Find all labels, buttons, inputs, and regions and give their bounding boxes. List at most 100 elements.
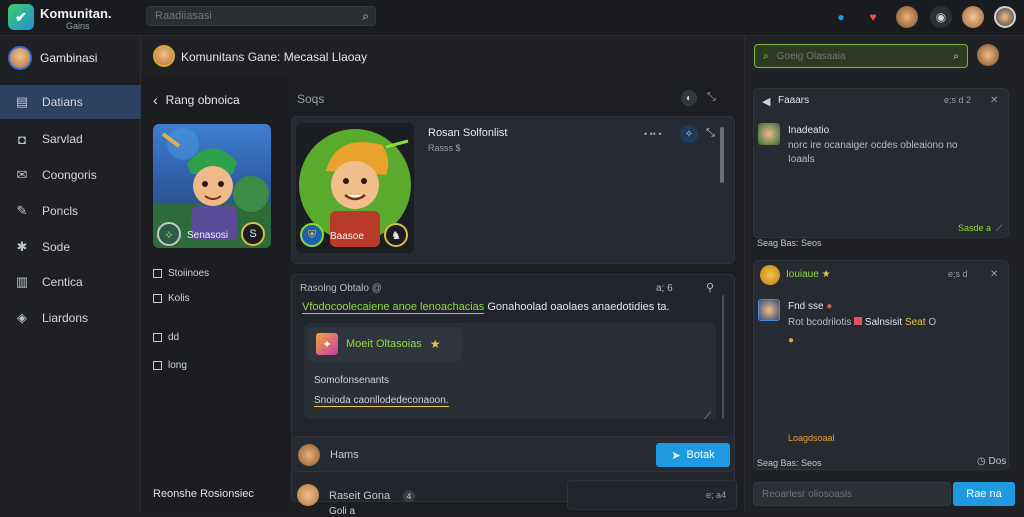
coin-icon: [760, 265, 780, 285]
global-search[interactable]: ⌕: [146, 6, 376, 26]
sidebar-item-liardons[interactable]: ◈ Liardons: [0, 301, 141, 335]
bottom-panel[interactable]: e; a4: [567, 480, 737, 510]
send-icon: ➤: [671, 449, 681, 462]
camera-icon: ◘: [18, 131, 26, 147]
sidebar-item-sarvlad[interactable]: ◘ Sarvlad: [0, 122, 141, 156]
post-author-meta: @: [371, 283, 382, 294]
search-icon[interactable]: ⌕: [953, 51, 959, 62]
dot-icon: ●: [826, 301, 833, 312]
search-icon: ⌕: [763, 50, 769, 62]
panel-controls[interactable]: e;s d: [948, 269, 968, 279]
book-icon: ▥: [15, 274, 29, 289]
right-panel: ⌕ ⌕ ◀ Faaars e;s d 2 ✕ Inadeatio norc ir…: [744, 36, 1024, 512]
profile-caption: Baasoe: [330, 231, 364, 242]
send-button[interactable]: Rae na: [953, 482, 1015, 506]
post-line: Somofonsenants: [314, 375, 390, 386]
right-search[interactable]: ⌕ ⌕: [754, 44, 968, 68]
friend-avatar-icon[interactable]: [962, 6, 984, 28]
brand-name: Komunitan.: [40, 6, 112, 21]
bottom-name: Raseit Gona: [329, 490, 391, 502]
avatar: [8, 46, 32, 70]
list-item[interactable]: dd: [153, 332, 179, 343]
headline-text: Gonahoolad oaolaes anaedotidies ta.: [487, 301, 670, 313]
sidebar-item-coongoris[interactable]: ✉ Coongoris: [0, 158, 141, 192]
gear-icon: ✱: [16, 239, 28, 254]
avatar: [758, 299, 780, 321]
resize-handle-icon[interactable]: ⟋: [704, 411, 711, 422]
post-embed: ✦ Moeit Oltasoias ★ Somofonsenants Snoio…: [304, 323, 716, 419]
list-item[interactable]: Stoiinoes: [153, 268, 209, 279]
message-text: Rot bcodrilotis: [788, 317, 852, 328]
sidebar: Gambinasi ▤ Datians ◘ Sarvlad ✉ Coongori…: [0, 36, 141, 512]
post-tag[interactable]: ✦ Moeit Oltasoias ★: [308, 327, 462, 361]
list-item[interactable]: long: [153, 360, 187, 371]
sidebar-user[interactable]: Gambinasi: [8, 46, 97, 70]
edit-icon: ✎: [16, 203, 28, 218]
profile-controls[interactable]: • •• •: [644, 129, 662, 139]
list-item[interactable]: Kolis: [153, 293, 190, 304]
message-text: Salnsisit: [864, 317, 903, 328]
message-meta: Sasde a: [958, 223, 992, 233]
alert-icon[interactable]: ♥: [862, 6, 884, 28]
global-search-input[interactable]: [155, 10, 345, 22]
notification-icon[interactable]: ●: [830, 6, 852, 28]
post-author: Rasolng Obtalo @: [300, 283, 382, 294]
message-text: norc ire ocanaiger ocdes obleaiono no Io…: [788, 140, 958, 165]
profile-image[interactable]: ⛨ Baasoe ♞: [296, 123, 414, 253]
panel-footer: Seag Bas: Seos: [757, 238, 822, 248]
post-button[interactable]: ➤ Botak: [656, 443, 730, 467]
mail-icon: ✉: [16, 167, 28, 182]
post-head-controls[interactable]: a; 6: [656, 283, 673, 294]
message-line: Rot bcodrilotis Salnsisit Seat O: [788, 317, 936, 328]
sidebar-item-label: Liardons: [42, 311, 89, 325]
scrollbar[interactable]: [720, 127, 724, 183]
expand-icon[interactable]: ⤡: [707, 91, 716, 104]
sidebar-item-datians[interactable]: ▤ Datians: [0, 85, 141, 119]
hero-badge: S: [241, 222, 265, 246]
profile-card: ⛨ Baasoe ♞ Rosan Solfonlist Rasss $ • ••…: [291, 116, 735, 264]
composer: Hams ➤ Botak: [291, 436, 735, 472]
sidebar-item-poncls[interactable]: ✎ Poncls: [0, 194, 141, 228]
list-item-label: dd: [168, 332, 180, 343]
panel-controls[interactable]: e;s d 2: [944, 95, 971, 105]
close-icon[interactable]: ✕: [990, 269, 998, 280]
grid-icon: [153, 294, 162, 303]
profile-avatar-icon[interactable]: [994, 6, 1016, 28]
color-swatch-icon: [854, 317, 863, 325]
back-link[interactable]: ‹ Rang obnoica: [153, 92, 240, 108]
logo-icon[interactable]: ✔: [8, 4, 34, 30]
settings-icon[interactable]: ✧: [680, 125, 698, 143]
home-icon: ▤: [15, 94, 29, 109]
expand-icon[interactable]: ⤡: [706, 127, 715, 140]
emoji-icon: ●: [788, 335, 795, 346]
search-icon[interactable]: ⌕: [362, 9, 369, 24]
panel-title-text: Iouiaue: [786, 269, 819, 280]
resize-handle-icon[interactable]: ⟋: [996, 223, 1002, 234]
right-search-input[interactable]: [776, 50, 927, 62]
game-cover-image[interactable]: ⟡ Senasosi S: [153, 124, 271, 248]
share-icon[interactable]: ◐: [681, 90, 697, 106]
panel-footer-right[interactable]: ◷ Dos: [977, 456, 1006, 467]
sidebar-user-name: Gambinasi: [40, 51, 98, 65]
game-header: Komunitans Gane: Mecasal Llaoay: [141, 36, 744, 78]
user-icon[interactable]: ◉: [930, 6, 952, 28]
grid-icon: [153, 269, 162, 278]
message-user: Fnd sse ●: [788, 301, 832, 312]
composer-label[interactable]: Hams: [330, 449, 359, 461]
avatar[interactable]: [977, 44, 999, 66]
sidebar-item-label: Sode: [42, 240, 71, 254]
clock-icon: ◷: [977, 456, 986, 467]
grid-icon: [153, 361, 162, 370]
sidebar-item-centica[interactable]: ▥ Centica: [0, 265, 141, 299]
game-avatar-icon[interactable]: [153, 45, 175, 67]
left-footer: Reonshe Rosionsiec: [153, 488, 254, 500]
chat-input-field[interactable]: [762, 488, 942, 500]
link-icon[interactable]: ⚲: [706, 281, 714, 294]
avatar-icon[interactable]: [896, 6, 918, 28]
chat-input[interactable]: [753, 482, 951, 506]
message-text: O: [928, 317, 937, 328]
scrollbar[interactable]: [722, 295, 724, 419]
back-icon[interactable]: ◀: [762, 95, 770, 108]
close-icon[interactable]: ✕: [990, 95, 998, 106]
sidebar-item-sode[interactable]: ✱ Sode: [0, 230, 141, 264]
